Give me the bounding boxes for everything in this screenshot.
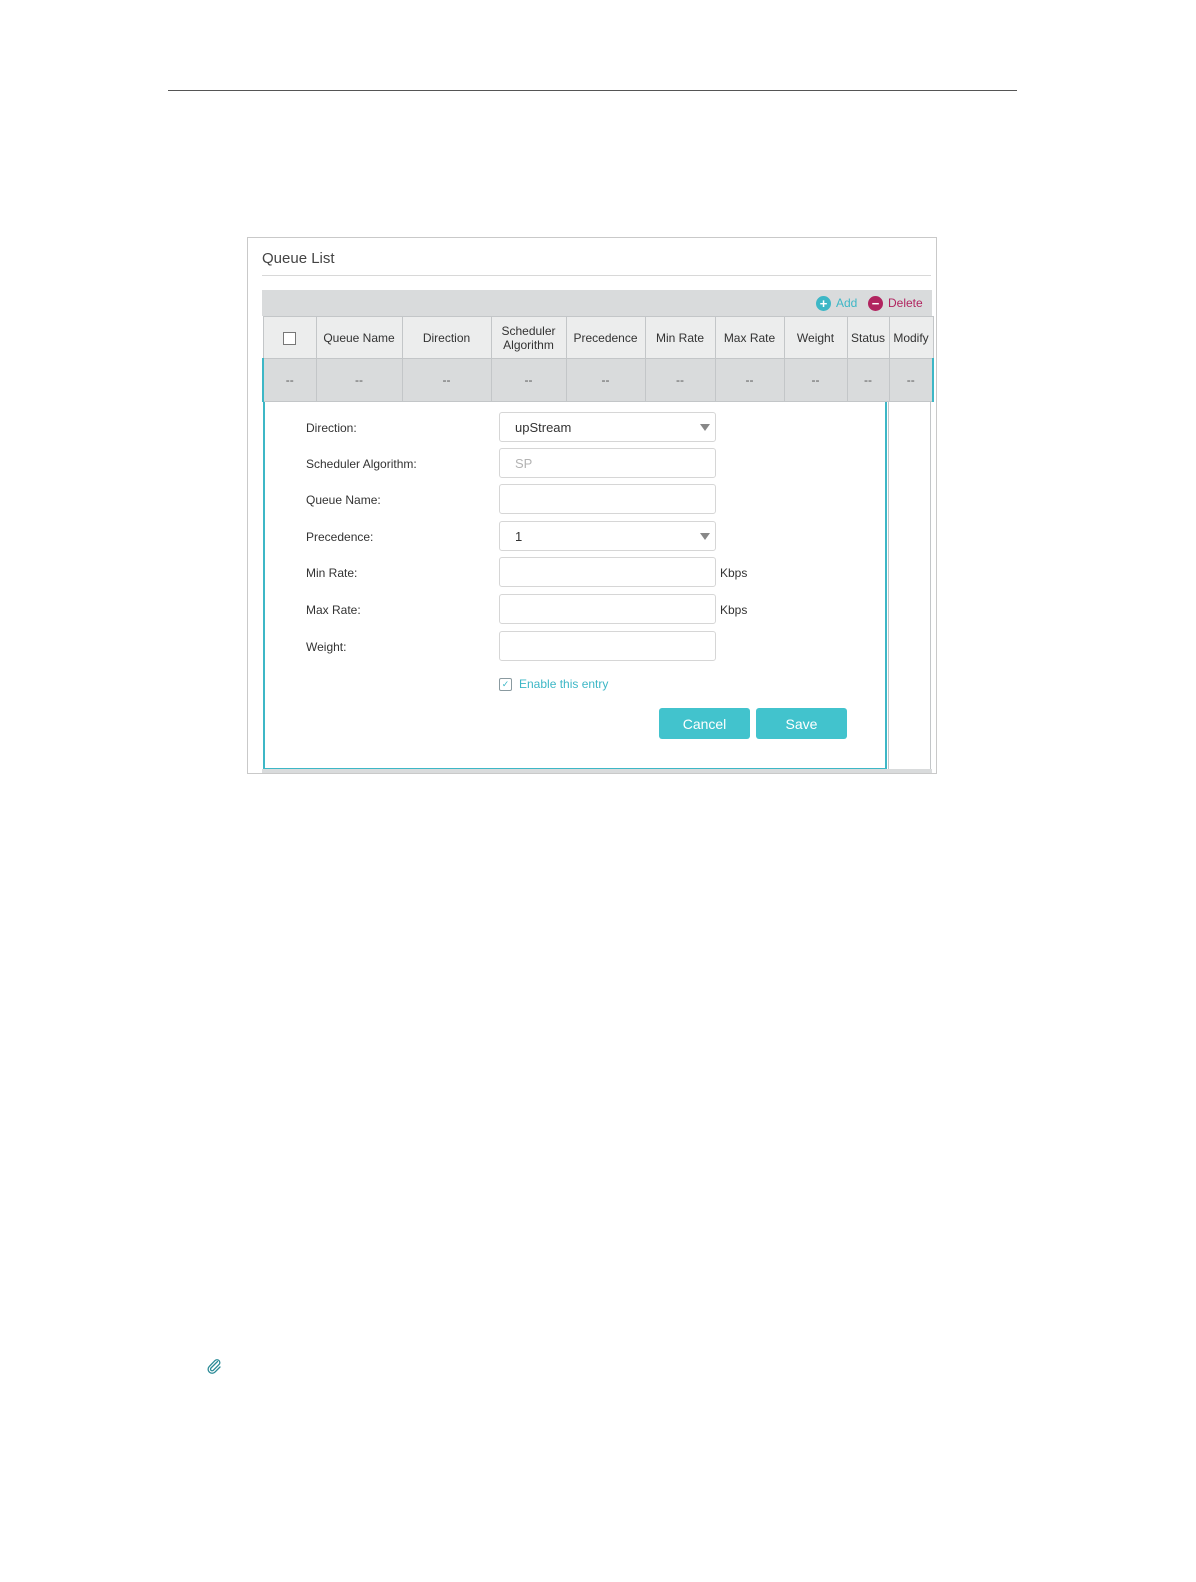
table-row[interactable]: -- -- -- -- -- -- -- -- -- -- xyxy=(262,358,934,402)
min-rate-unit: Kbps xyxy=(720,566,748,580)
min-rate-input[interactable] xyxy=(499,557,716,587)
plus-circle-icon: + xyxy=(816,295,831,311)
column-header: Status xyxy=(846,316,890,359)
max-rate-label: Max Rate: xyxy=(306,603,361,617)
queue-name-label: Queue Name: xyxy=(306,493,381,507)
column-header: Modify xyxy=(888,316,934,359)
column-header: Direction xyxy=(401,316,492,359)
min-rate-label: Min Rate: xyxy=(306,566,358,580)
select-all-checkbox[interactable] xyxy=(283,331,296,345)
table-cell: -- xyxy=(714,358,785,402)
minus-circle-icon: − xyxy=(868,295,883,311)
title-divider xyxy=(262,275,931,276)
table-cell: -- xyxy=(888,358,934,402)
table-cell: -- xyxy=(783,358,848,402)
table-cell: -- xyxy=(846,358,890,402)
table-toolbar: + Add − Delete xyxy=(262,290,932,316)
save-button[interactable]: Save xyxy=(756,708,847,739)
scheduler-algorithm-value: SP xyxy=(515,455,533,471)
checkmark-icon: ✓ xyxy=(499,677,512,691)
max-rate-input[interactable] xyxy=(499,594,716,624)
table-cell: -- xyxy=(644,358,716,402)
scheduler-algorithm-label: Scheduler Algorithm: xyxy=(306,457,417,471)
queue-table: Queue Name Direction Scheduler Algorithm… xyxy=(262,316,934,402)
queue-list-panel: Queue List + Add − Delete Queue Name Dir… xyxy=(247,237,937,774)
chevron-down-icon xyxy=(700,533,710,540)
table-cell: -- xyxy=(401,358,492,402)
cancel-button[interactable]: Cancel xyxy=(659,708,750,739)
column-header: Queue Name xyxy=(315,316,403,359)
table-right-column-filler xyxy=(888,402,931,770)
column-header: Min Rate xyxy=(644,316,716,359)
column-header: Max Rate xyxy=(714,316,785,359)
delete-button-label: Delete xyxy=(888,296,923,310)
precedence-value: 1 xyxy=(515,528,523,544)
column-header: Scheduler Algorithm xyxy=(490,316,567,359)
column-header: Precedence xyxy=(565,316,646,359)
table-cell: -- xyxy=(490,358,567,402)
precedence-label: Precedence: xyxy=(306,530,374,544)
select-all-header xyxy=(262,316,317,359)
table-cell: -- xyxy=(315,358,403,402)
scheduler-algorithm-field: SP xyxy=(499,448,716,478)
queue-name-input[interactable] xyxy=(499,484,716,514)
table-cell: -- xyxy=(262,358,317,402)
page-top-rule xyxy=(168,90,1017,91)
direction-label: Direction: xyxy=(306,421,357,435)
enable-entry-label: Enable this entry xyxy=(519,677,609,691)
direction-value: upStream xyxy=(515,419,572,435)
panel-title: Queue List xyxy=(262,250,335,267)
enable-entry-checkbox[interactable]: ✓ Enable this entry xyxy=(499,677,608,691)
delete-button[interactable]: − Delete xyxy=(868,290,923,316)
table-cell: -- xyxy=(565,358,646,402)
queue-edit-form: Direction: upStream Scheduler Algorithm:… xyxy=(263,402,887,770)
column-header: Weight xyxy=(783,316,848,359)
table-header-row: Queue Name Direction Scheduler Algorithm… xyxy=(262,316,934,359)
chevron-down-icon xyxy=(700,424,710,431)
add-button[interactable]: + Add xyxy=(816,290,857,316)
table-bottom-edge xyxy=(262,769,932,773)
paperclip-icon xyxy=(207,1359,221,1374)
weight-input[interactable] xyxy=(499,631,716,661)
weight-label: Weight: xyxy=(306,640,347,654)
direction-select[interactable]: upStream xyxy=(499,412,716,442)
precedence-select[interactable]: 1 xyxy=(499,521,716,551)
add-button-label: Add xyxy=(836,296,858,310)
max-rate-unit: Kbps xyxy=(720,603,748,617)
